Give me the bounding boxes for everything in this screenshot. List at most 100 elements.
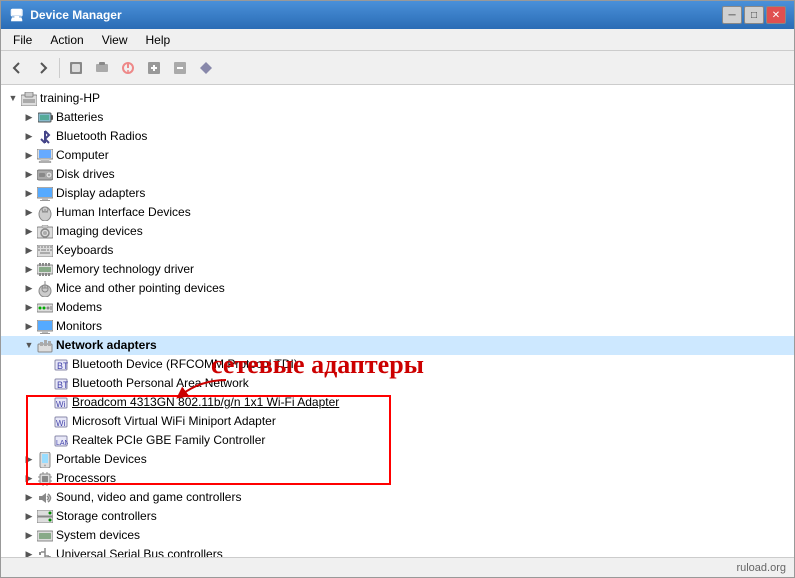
expander-root[interactable]: ▼ — [5, 91, 21, 107]
expander-keyboards[interactable]: ▶ — [21, 243, 37, 259]
toolbar-btn-6[interactable] — [194, 56, 218, 80]
tree-item-monitors[interactable]: ▶ Monitors — [1, 317, 794, 336]
tree-item-imaging[interactable]: ▶ Imaging devices — [1, 222, 794, 241]
window-title: Device Manager — [30, 8, 121, 22]
expander-disk-drives[interactable]: ▶ — [21, 167, 37, 183]
tree-item-bt-pan[interactable]: ▶ BT Bluetooth Personal Area Network — [1, 374, 794, 393]
tree-item-memory[interactable]: ▶ Memory technology driver — [1, 260, 794, 279]
sound-label: Sound, video and game controllers — [56, 489, 241, 506]
bt-rfcomm-label: Bluetooth Device (RFCOMM Protocol TDI) — [72, 356, 298, 373]
expander-monitors[interactable]: ▶ — [21, 319, 37, 335]
disk-drives-icon — [37, 167, 53, 183]
computer-label: Computer — [56, 147, 109, 164]
tree-item-broadcom[interactable]: ▶ Wi Broadcom 4313GN 802.11b/g/n 1x1 Wi-… — [1, 393, 794, 412]
device-manager-window: 🖥 Device Manager ─ □ ✕ File Action View … — [0, 0, 795, 578]
broadcom-label: Broadcom 4313GN 802.11b/g/n 1x1 Wi-Fi Ad… — [72, 394, 339, 411]
root-icon — [21, 91, 37, 107]
tree-item-usb[interactable]: ▶ Universal Serial Bus controllers — [1, 545, 794, 557]
modems-icon — [37, 300, 53, 316]
status-bar: ruload.org — [1, 557, 794, 577]
main-content: ▼ training-HP ▶ Batteries ▶ Bluetooth Ra… — [1, 85, 794, 557]
broadcom-icon: Wi — [53, 395, 69, 411]
storage-label: Storage controllers — [56, 508, 157, 525]
toolbar-btn-5[interactable] — [168, 56, 192, 80]
network-adapters-label: Network adapters — [56, 337, 157, 354]
expander-computer[interactable]: ▶ — [21, 148, 37, 164]
tree-item-disk-drives[interactable]: ▶ Disk drives — [1, 165, 794, 184]
batteries-label: Batteries — [56, 109, 103, 126]
realtek-icon: LAN — [53, 433, 69, 449]
monitors-label: Monitors — [56, 318, 102, 335]
tree-item-batteries[interactable]: ▶ Batteries — [1, 108, 794, 127]
tree-item-keyboards[interactable]: ▶ Keyboards — [1, 241, 794, 260]
tree-item-modems[interactable]: ▶ Modems — [1, 298, 794, 317]
root-label: training-HP — [40, 90, 100, 107]
network-adapters-icon — [37, 338, 53, 354]
tree-item-hid[interactable]: ▶ Human Interface Devices — [1, 203, 794, 222]
tree-item-bluetooth-radios[interactable]: ▶ Bluetooth Radios — [1, 127, 794, 146]
bt-rfcomm-icon: BT — [53, 357, 69, 373]
sound-icon — [37, 490, 53, 506]
menu-bar: File Action View Help — [1, 29, 794, 51]
tree-item-computer[interactable]: ▶ Computer — [1, 146, 794, 165]
toolbar-btn-3[interactable] — [116, 56, 140, 80]
menu-view[interactable]: View — [94, 31, 136, 49]
bluetooth-radios-label: Bluetooth Radios — [56, 128, 147, 145]
storage-icon — [37, 509, 53, 525]
tree-item-network-adapters[interactable]: ▼ Network adapters — [1, 336, 794, 355]
expander-usb[interactable]: ▶ — [21, 547, 37, 558]
usb-label: Universal Serial Bus controllers — [56, 546, 223, 557]
expander-mice[interactable]: ▶ — [21, 281, 37, 297]
tree-item-system[interactable]: ▶ System devices — [1, 526, 794, 545]
menu-help[interactable]: Help — [138, 31, 179, 49]
tree-item-ms-virtual-wifi[interactable]: ▶ Wi Microsoft Virtual WiFi Miniport Ada… — [1, 412, 794, 431]
system-icon — [37, 528, 53, 544]
disk-drives-label: Disk drives — [56, 166, 115, 183]
expander-network-adapters[interactable]: ▼ — [21, 338, 37, 354]
expander-storage[interactable]: ▶ — [21, 509, 37, 525]
title-bar-left: 🖥 Device Manager — [9, 8, 122, 22]
expander-memory[interactable]: ▶ — [21, 262, 37, 278]
expander-modems[interactable]: ▶ — [21, 300, 37, 316]
expander-batteries[interactable]: ▶ — [21, 110, 37, 126]
tree-item-realtek[interactable]: ▶ LAN Realtek PCIe GBE Family Controller — [1, 431, 794, 450]
bt-pan-label: Bluetooth Personal Area Network — [72, 375, 249, 392]
svg-text:BT: BT — [57, 361, 68, 371]
tree-item-bt-rfcomm[interactable]: ▶ BT Bluetooth Device (RFCOMM Protocol T… — [1, 355, 794, 374]
forward-button[interactable] — [31, 56, 55, 80]
expander-system[interactable]: ▶ — [21, 528, 37, 544]
portable-icon — [37, 452, 53, 468]
toolbar-btn-1[interactable] — [64, 56, 88, 80]
svg-text:Wi: Wi — [56, 400, 66, 409]
expander-sound[interactable]: ▶ — [21, 490, 37, 506]
status-text: ruload.org — [736, 562, 786, 574]
ms-virtual-wifi-icon: Wi — [53, 414, 69, 430]
minimize-button[interactable]: ─ — [722, 6, 742, 24]
tree-item-storage[interactable]: ▶ Storage controllers — [1, 507, 794, 526]
menu-action[interactable]: Action — [42, 31, 91, 49]
tree-item-mice[interactable]: ▶ Mice and other pointing devices — [1, 279, 794, 298]
expander-display-adapters[interactable]: ▶ — [21, 186, 37, 202]
system-label: System devices — [56, 527, 140, 544]
maximize-button[interactable]: □ — [744, 6, 764, 24]
expander-portable[interactable]: ▶ — [21, 452, 37, 468]
tree-root[interactable]: ▼ training-HP — [1, 89, 794, 108]
imaging-icon — [37, 224, 53, 240]
menu-file[interactable]: File — [5, 31, 40, 49]
expander-processors[interactable]: ▶ — [21, 471, 37, 487]
tree-item-portable[interactable]: ▶ Portable Devices — [1, 450, 794, 469]
expander-bluetooth-radios[interactable]: ▶ — [21, 129, 37, 145]
expander-hid[interactable]: ▶ — [21, 205, 37, 221]
tree-item-processors[interactable]: ▶ Processors — [1, 469, 794, 488]
keyboards-icon — [37, 243, 53, 259]
toolbar-btn-4[interactable] — [142, 56, 166, 80]
close-button[interactable]: ✕ — [766, 6, 786, 24]
bluetooth-radios-icon — [37, 129, 53, 145]
display-adapters-icon — [37, 186, 53, 202]
toolbar-btn-2[interactable] — [90, 56, 114, 80]
tree-item-sound[interactable]: ▶ Sound, video and game controllers — [1, 488, 794, 507]
portable-label: Portable Devices — [56, 451, 147, 468]
back-button[interactable] — [5, 56, 29, 80]
expander-imaging[interactable]: ▶ — [21, 224, 37, 240]
tree-item-display-adapters[interactable]: ▶ Display adapters — [1, 184, 794, 203]
